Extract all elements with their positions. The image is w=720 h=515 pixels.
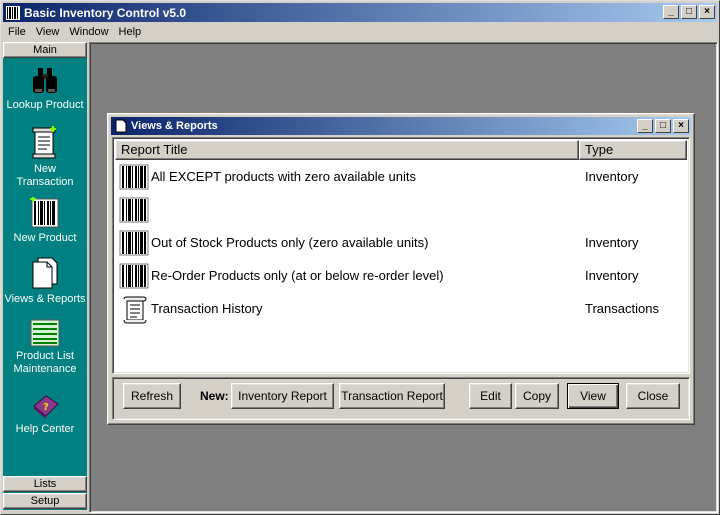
report-title: Re-Order Products only (at or below re-o… [151, 268, 444, 283]
document-icon [115, 119, 127, 133]
sidebar-item-label: Help Center [15, 423, 75, 435]
list-icon [30, 319, 60, 347]
report-list: Report Title Type All EXCEPT products wi… [112, 137, 690, 374]
close-dialog-button[interactable]: Close [626, 383, 680, 409]
view-button[interactable]: View [567, 383, 619, 409]
list-item[interactable]: Re-Order Products only (at or below re-o… [115, 260, 687, 291]
barcode-icon [119, 197, 149, 223]
transaction-report-button[interactable]: Transaction Report [339, 383, 445, 409]
barcode-app-icon [6, 5, 20, 20]
copy-button[interactable]: Copy [515, 383, 559, 409]
child-titlebar[interactable]: Views & Reports _ □ × [111, 117, 691, 135]
edit-button[interactable]: Edit [469, 383, 512, 409]
report-title: Out of Stock Products only (zero availab… [151, 235, 429, 250]
list-item[interactable]: Out of Stock Products only (zero availab… [115, 227, 687, 258]
sidebar-item-label: Views & Reports [4, 293, 86, 305]
sidebar-item-label: Product List Maintenance [13, 350, 77, 375]
new-label: New: [200, 389, 229, 403]
report-type: Transactions [585, 301, 659, 316]
sidebar-item-label: New Product [13, 232, 77, 244]
inventory-report-button[interactable]: Inventory Report [231, 383, 334, 409]
documents-icon [32, 257, 58, 289]
sidebar-item-views-reports[interactable]: Views & Reports [3, 256, 87, 306]
child-maximize-button[interactable]: □ [655, 119, 671, 133]
svg-text:?: ? [43, 402, 49, 413]
help-book-icon: ? [33, 395, 59, 419]
sidebar-header-main[interactable]: Main [3, 42, 87, 58]
close-button[interactable]: × [699, 5, 715, 19]
barcode-icon [119, 164, 149, 190]
report-type: Inventory [585, 202, 639, 217]
column-header-type[interactable]: Type [579, 140, 687, 160]
sidebar-header-setup[interactable]: Setup [3, 493, 87, 509]
minimize-button[interactable]: _ [663, 5, 679, 19]
maximize-button[interactable]: □ [681, 5, 697, 19]
sidebar-item-product-list-maintenance[interactable]: Product List Maintenance [3, 319, 87, 376]
child-title: Views & Reports [131, 120, 218, 132]
sidebar-item-label: Lookup Product [6, 99, 84, 111]
report-title: Transaction History [151, 301, 263, 316]
barcode-icon [119, 263, 149, 289]
menu-help[interactable]: Help [114, 26, 147, 38]
report-type: Inventory [585, 235, 639, 250]
sidebar-item-label: New Transaction [16, 163, 74, 188]
report-title: All EXCEPT products with zero available … [151, 169, 416, 184]
app-title: Basic Inventory Control v5.0 [24, 5, 187, 20]
menu-window[interactable]: Window [64, 26, 113, 38]
scroll-icon [123, 296, 147, 324]
child-minimize-button[interactable]: _ [637, 119, 653, 133]
sidebar-item-new-transaction[interactable]: New Transaction [3, 126, 87, 189]
sidebar-item-new-product[interactable]: New Product [3, 197, 87, 245]
menu-file[interactable]: File [3, 26, 31, 38]
sidebar: Main Lookup Product New Transaction New … [3, 42, 87, 510]
menu-bar: File View Window Help [3, 23, 717, 41]
sidebar-header-lists[interactable]: Lists [3, 476, 87, 492]
list-item[interactable]: All EXCEPT products with zero available … [115, 161, 687, 192]
new-transaction-icon [32, 126, 56, 159]
report-type: Inventory [585, 169, 639, 184]
child-close-button[interactable]: × [673, 119, 689, 133]
column-header-report-title[interactable]: Report Title [115, 140, 579, 160]
app-titlebar[interactable]: Basic Inventory Control v5.0 _ □ × [3, 3, 717, 22]
barcode-icon [119, 230, 149, 256]
list-item[interactable]: Transaction History Transactions [115, 293, 687, 324]
binoculars-icon [33, 68, 57, 93]
sidebar-item-help-center[interactable]: ? Help Center [3, 392, 87, 436]
report-type: Inventory [585, 268, 639, 283]
menu-view[interactable]: View [31, 26, 65, 38]
refresh-button[interactable]: Refresh [123, 383, 181, 409]
list-item-selected[interactable]: Inventory of All Products Inventory [115, 194, 687, 225]
report-title: Inventory of All Products [151, 202, 292, 217]
sidebar-item-lookup-product[interactable]: Lookup Product [3, 66, 87, 112]
barcode-new-icon [30, 197, 59, 228]
